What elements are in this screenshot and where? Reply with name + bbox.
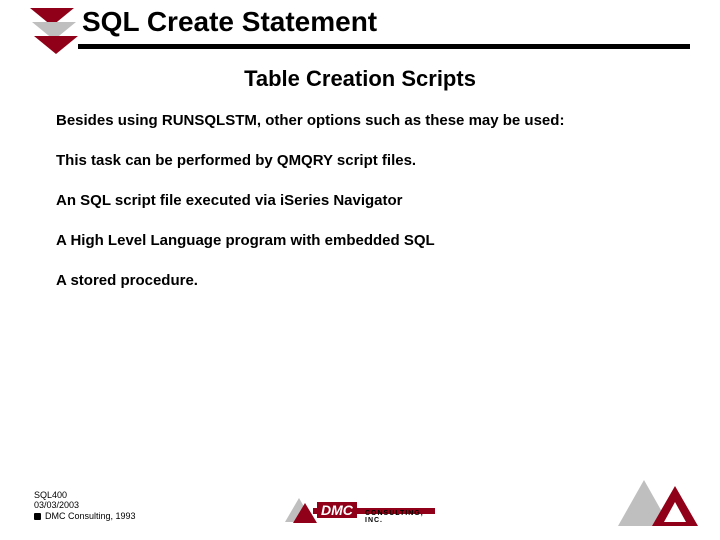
paragraph: Besides using RUNSQLSTM, other options s…	[56, 112, 660, 130]
paragraph: This task can be performed by QMQRY scri…	[56, 152, 660, 170]
page-title: SQL Create Statement	[82, 6, 377, 38]
corner-triangle-icon	[618, 478, 702, 530]
footer-copyright: DMC Consulting, 1993	[45, 511, 136, 522]
title-underline	[78, 44, 690, 49]
logo-triangle-icon	[285, 498, 317, 524]
header-triangle-icon	[30, 8, 80, 54]
logo-suffix: CONSULTING, INC.	[365, 510, 435, 524]
paragraph: A High Level Language program with embed…	[56, 232, 660, 250]
paragraph: An SQL script file executed via iSeries …	[56, 192, 660, 210]
footer-meta: SQL400 03/03/2003 DMC Consulting, 1993	[34, 490, 136, 522]
brand-logo: DMC CONSULTING, INC.	[285, 498, 435, 524]
paragraph: A stored procedure.	[56, 272, 660, 290]
subtitle: Table Creation Scripts	[0, 66, 720, 92]
content-body: Besides using RUNSQLSTM, other options s…	[56, 112, 660, 312]
logo-text: DMC	[317, 502, 357, 518]
footer-date: 03/03/2003	[34, 500, 136, 511]
copyright-icon	[34, 513, 41, 520]
footer-code: SQL400	[34, 490, 136, 501]
